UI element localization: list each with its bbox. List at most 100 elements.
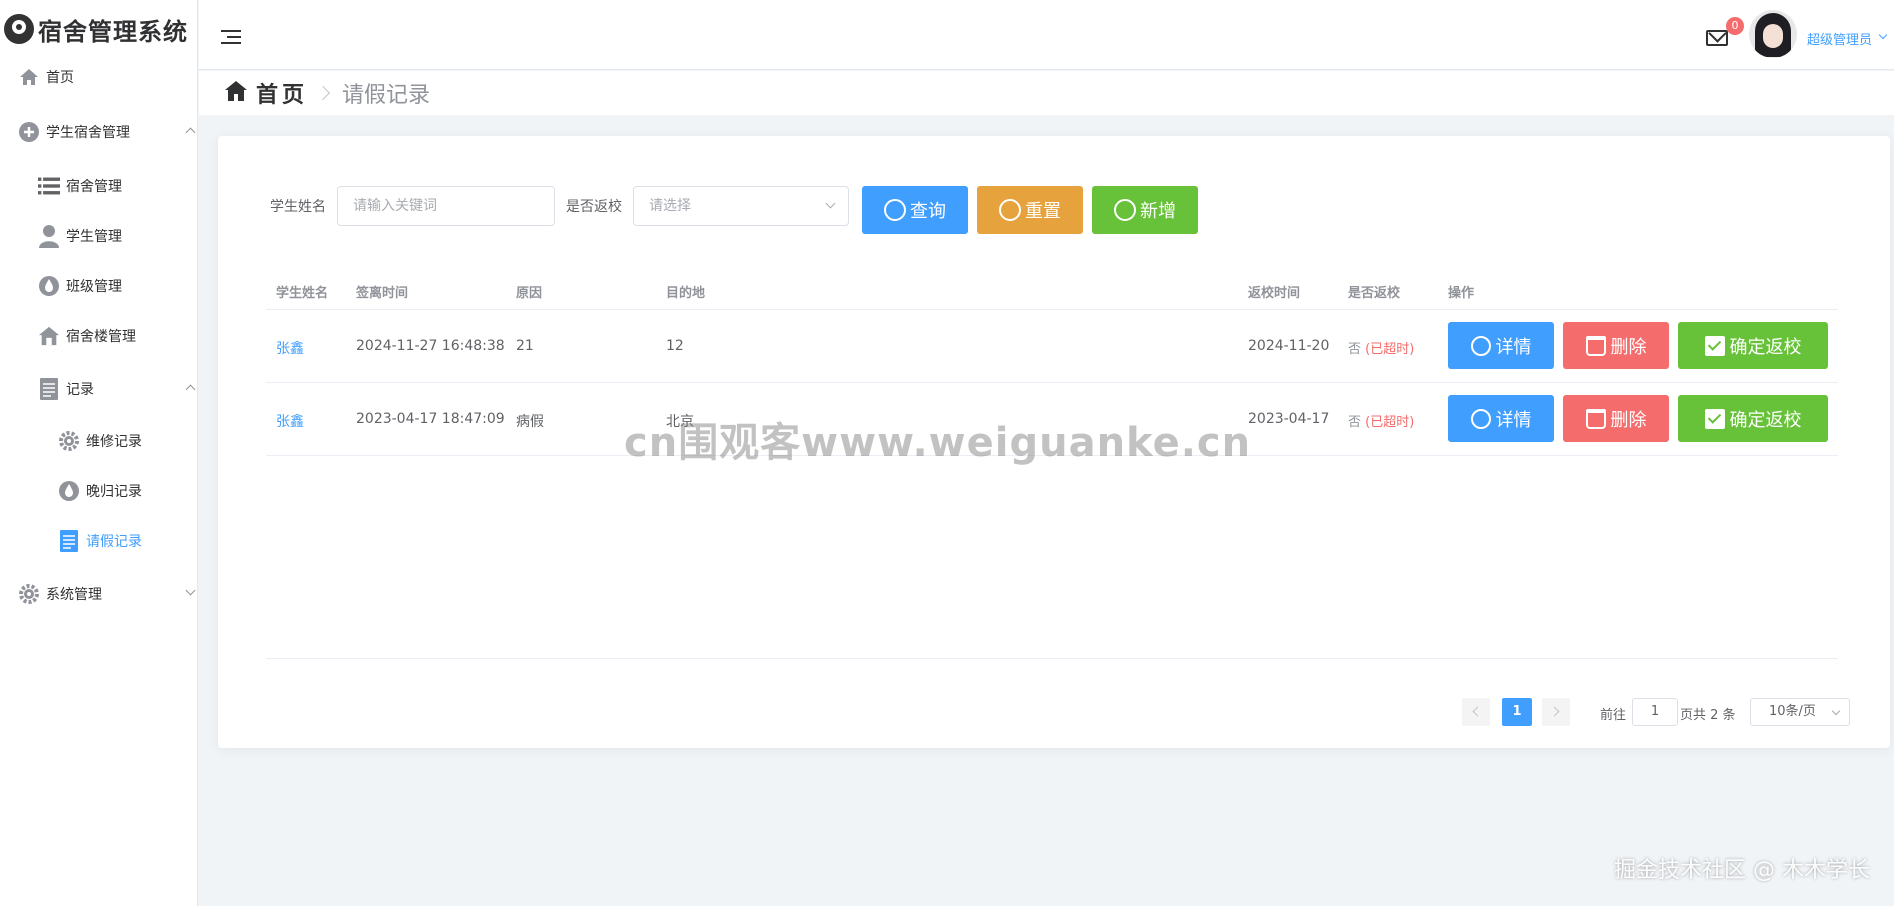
query-button[interactable]: 查询 — [862, 186, 968, 234]
top-header: 0 超级管理员 — [199, 0, 1894, 70]
goto-prefix: 前往 — [1600, 708, 1627, 723]
user-name-dropdown[interactable]: 超级管理员 — [1807, 29, 1872, 48]
column-header: 签离时间 — [356, 286, 409, 301]
returned-label: 是否返校 — [566, 199, 622, 215]
document-icon — [38, 378, 60, 400]
detail-button[interactable]: 详情 — [1448, 395, 1554, 442]
sidebar-item-label: 晚归记录 — [86, 484, 142, 500]
notification-badge: 0 — [1726, 17, 1744, 35]
return-time-cell: 2024-11-20 — [1248, 338, 1330, 354]
breadcrumb-home[interactable]: 首页 — [256, 77, 308, 109]
column-header: 目的地 — [666, 286, 706, 301]
page-number-current[interactable]: 1 — [1502, 698, 1532, 726]
menu-toggle-icon[interactable] — [221, 30, 241, 46]
sidebar: 宿舍管理系统 首页 学生宿舍管理 宿舍管理 学生管理 班级管理 宿舍楼管理 记录… — [0, 0, 198, 906]
goto-page-input[interactable]: 1 — [1632, 698, 1678, 726]
student-name-link[interactable]: 张鑫 — [276, 411, 304, 431]
confirm-return-button[interactable]: 确定返校 — [1678, 395, 1828, 442]
corner-watermark: 掘金技术社区 @ 木木学长 — [1614, 858, 1870, 883]
delete-button[interactable]: 删除 — [1563, 322, 1669, 369]
leave-time-cell: 2023-04-17 18:47:09 — [356, 411, 505, 427]
sidebar-item-label: 记录 — [66, 382, 94, 398]
sidebar-item-home[interactable]: 首页 — [18, 57, 216, 97]
prev-page-button[interactable] — [1462, 698, 1490, 726]
returned-select[interactable]: 请选择 — [633, 186, 849, 226]
returned-status-cell: 否 (已超时) — [1348, 338, 1414, 357]
sidebar-item-building[interactable]: 宿舍楼管理 — [38, 316, 236, 356]
avatar[interactable] — [1749, 10, 1797, 58]
search-icon — [1470, 335, 1491, 356]
sidebar-item-label: 学生宿舍管理 — [46, 125, 130, 141]
detail-button[interactable]: 详情 — [1448, 322, 1554, 369]
goto-suffix: 页共 2 条 — [1680, 708, 1736, 723]
gear-icon — [18, 583, 40, 605]
sidebar-item-records[interactable]: 记录 — [38, 369, 236, 409]
add-button[interactable]: 新增 — [1092, 186, 1198, 234]
leave-time-cell: 2024-11-27 16:48:38 — [356, 338, 505, 354]
reset-button[interactable]: 重置 — [977, 186, 1083, 234]
detail-button-label: 详情 — [1495, 409, 1532, 431]
sidebar-item-label: 维修记录 — [86, 434, 142, 450]
student-name-link[interactable]: 张鑫 — [276, 338, 304, 358]
sidebar-item-class[interactable]: 班级管理 — [38, 266, 236, 306]
table-row: 张鑫 2024-11-27 16:48:38 21 12 2024-11-20 … — [266, 310, 1838, 383]
delete-button[interactable]: 删除 — [1563, 395, 1669, 442]
chevron-down-icon — [1878, 30, 1888, 40]
sidebar-item-label: 宿舍楼管理 — [66, 329, 136, 345]
check-icon — [1704, 335, 1725, 356]
search-icon — [1470, 408, 1491, 429]
app-title: 宿舍管理系统 — [38, 17, 188, 46]
column-header: 是否返校 — [1348, 286, 1401, 301]
chevron-down-icon — [825, 198, 836, 209]
breadcrumb-bar — [199, 71, 1894, 115]
overdue-tag: (已超时) — [1365, 415, 1415, 430]
sidebar-item-dorm[interactable]: 宿舍管理 — [38, 166, 236, 206]
sidebar-item-student[interactable]: 学生管理 — [38, 216, 236, 256]
logo-icon — [4, 14, 34, 44]
returned-select-placeholder: 请选择 — [649, 198, 691, 214]
plus-circle-icon — [1114, 199, 1136, 221]
confirm-return-button[interactable]: 确定返校 — [1678, 322, 1828, 369]
user-icon — [38, 225, 60, 248]
returned-status-cell: 否 (已超时) — [1348, 411, 1414, 430]
delete-button-label: 删除 — [1610, 336, 1647, 358]
sidebar-item-label: 班级管理 — [66, 279, 122, 295]
student-name-input[interactable]: 请输入关键词 — [337, 186, 555, 226]
home-icon — [224, 80, 248, 106]
sidebar-item-label: 系统管理 — [46, 587, 102, 603]
breadcrumb: 首页 请假记录 — [224, 78, 430, 108]
refresh-icon — [999, 199, 1021, 221]
add-button-label: 新增 — [1140, 201, 1176, 222]
drop-icon — [58, 480, 80, 502]
column-header: 操作 — [1448, 286, 1475, 301]
trash-icon — [1585, 408, 1606, 429]
list-icon — [38, 175, 60, 197]
breadcrumb-current: 请假记录 — [342, 83, 431, 108]
check-icon — [1704, 408, 1725, 429]
drop-icon — [38, 275, 60, 297]
document-icon — [58, 530, 80, 552]
sidebar-item-label: 宿舍管理 — [66, 179, 122, 195]
destination-cell: 12 — [666, 338, 684, 354]
sidebar-item-dorm-group[interactable]: 学生宿舍管理 — [18, 112, 216, 152]
delete-button-label: 删除 — [1610, 409, 1647, 431]
return-time-cell: 2023-04-17 — [1248, 411, 1330, 427]
student-name-label: 学生姓名 — [270, 199, 326, 215]
building-icon — [38, 325, 60, 347]
column-header: 原因 — [516, 286, 543, 301]
reason-cell: 病假 — [516, 414, 544, 430]
gear-icon — [58, 430, 80, 452]
watermark-text: cn围观客www.weiguanke.cn — [624, 420, 1252, 466]
next-page-button[interactable] — [1542, 698, 1570, 726]
sidebar-item-system[interactable]: 系统管理 — [18, 574, 216, 614]
query-button-label: 查询 — [910, 201, 946, 222]
chevron-up-icon — [185, 127, 196, 138]
page-size-select[interactable]: 10条/页 — [1750, 698, 1850, 726]
mail-icon[interactable] — [1706, 30, 1728, 46]
confirm-return-button-label: 确定返校 — [1729, 409, 1802, 431]
home-icon — [18, 66, 40, 88]
chevron-down-icon — [185, 585, 196, 596]
table-header: 学生姓名 签离时间 原因 目的地 返校时间 是否返校 操作 — [266, 270, 1838, 310]
sidebar-item-label: 学生管理 — [66, 229, 122, 245]
chevron-up-icon — [185, 384, 196, 395]
